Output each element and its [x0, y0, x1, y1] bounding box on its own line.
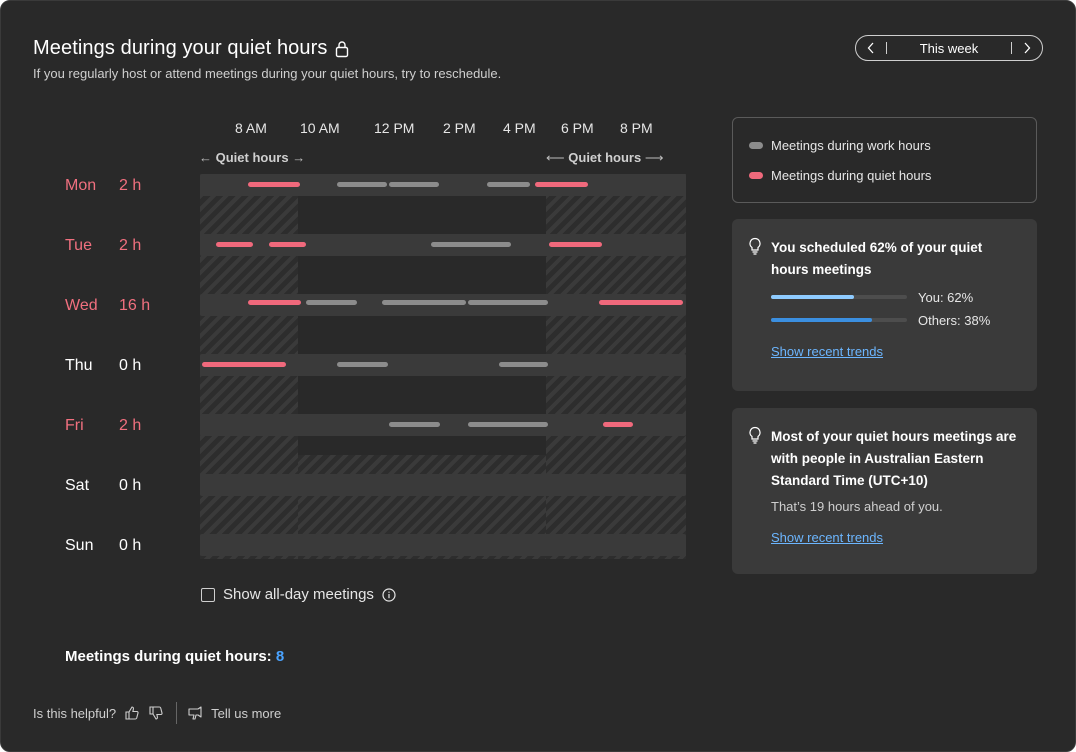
work-hours-meeting-bar[interactable] [487, 182, 530, 187]
work-hours-meeting-bar[interactable] [337, 362, 388, 367]
quiet-hours-right-label: ⟵ Quiet hours ⟶ [546, 150, 664, 165]
feedback-bar: Is this helpful? Tell us more [33, 702, 281, 724]
feedback-divider [176, 702, 178, 724]
work-hours-meeting-bar[interactable] [389, 422, 440, 427]
quiet-hours-meeting-bar[interactable] [535, 182, 588, 187]
day-row-track [200, 294, 686, 316]
work-hours-meeting-bar[interactable] [382, 300, 466, 305]
quiet-hours-meeting-bar[interactable] [202, 362, 286, 367]
day-hours: 16 h [119, 297, 151, 314]
lightbulb-icon [749, 237, 761, 255]
previous-week-button[interactable] [856, 36, 886, 60]
insight-heading: Most of your quiet hours meetings are wi… [771, 429, 1017, 488]
work-hours-meeting-bar[interactable] [337, 182, 387, 187]
feedback-icon[interactable] [187, 705, 203, 721]
quiet-hours-left-label: ← Quiet hours → [199, 150, 306, 165]
day-row-track [200, 414, 686, 436]
work-hours-meeting-bar[interactable] [468, 300, 548, 305]
page-title: Meetings during your quiet hours [33, 37, 349, 60]
show-recent-trends-link[interactable]: Show recent trends [771, 344, 883, 359]
quiet-meetings-count: Meetings during quiet hours: 8 [65, 648, 284, 665]
all-day-option: Show all-day meetings [201, 586, 396, 603]
hour-label: 12 PM [374, 120, 415, 136]
count-label: Meetings during quiet hours: [65, 648, 272, 665]
week-navigator: This week [855, 35, 1043, 61]
day-name: Sun [65, 537, 94, 554]
week-label: This week [919, 40, 979, 56]
work-hours-meeting-bar[interactable] [306, 300, 357, 305]
work-hours-meeting-bar[interactable] [499, 362, 548, 367]
quiet-hours-meeting-bar[interactable] [216, 242, 253, 247]
day-name: Sat [65, 477, 90, 494]
work-hours-meeting-bar[interactable] [468, 422, 548, 427]
day-name: Thu [65, 357, 93, 374]
legend-quiet-swatch [749, 172, 763, 179]
next-week-button[interactable] [1012, 36, 1042, 60]
tell-us-more-link[interactable]: Tell us more [211, 706, 281, 721]
work-hours-meeting-bar[interactable] [389, 182, 439, 187]
legend-quiet: Meetings during quiet hours [749, 168, 931, 183]
legend-work-swatch [749, 142, 763, 149]
hour-label: 8 PM [620, 120, 653, 136]
legend-work-label: Meetings during work hours [771, 138, 931, 153]
thumbs-down-icon[interactable] [148, 705, 164, 721]
page-subtitle: If you regularly host or attend meetings… [33, 66, 502, 81]
all-day-label: Show all-day meetings [223, 586, 374, 603]
all-day-checkbox[interactable] [201, 587, 215, 602]
day-row-track [200, 174, 686, 196]
hour-label: 8 AM [235, 120, 267, 136]
hour-label: 10 AM [300, 120, 340, 136]
insight-note: That’s 19 hours ahead of you. [771, 499, 943, 514]
legend: Meetings during work hours Meetings duri… [732, 117, 1037, 203]
day-hours: 0 h [119, 477, 142, 494]
day-row-track [200, 474, 686, 496]
hour-label: 4 PM [503, 120, 536, 136]
day-name: Mon [65, 177, 97, 194]
you-progress-fill [771, 295, 854, 299]
you-progress-track [771, 295, 907, 299]
day-hours: 0 h [119, 537, 142, 554]
day-row-track [200, 534, 686, 556]
day-row-track [200, 234, 686, 256]
insight-heading: You scheduled 62% of your quiet hours me… [771, 240, 983, 277]
others-progress-label: Others: 38% [918, 313, 991, 328]
thumbs-up-icon[interactable] [124, 705, 140, 721]
quiet-hours-meeting-bar[interactable] [248, 182, 300, 187]
you-progress-label: You: 62% [918, 290, 974, 305]
day-name: Wed [65, 297, 98, 314]
legend-work: Meetings during work hours [749, 138, 931, 153]
helpful-question: Is this helpful? [33, 705, 117, 721]
legend-quiet-label: Meetings during quiet hours [771, 168, 932, 183]
chevron-left-icon [867, 42, 874, 54]
hour-label: 2 PM [443, 120, 476, 136]
chevron-right-icon [1024, 42, 1031, 54]
quiet-hours-meeting-bar[interactable] [599, 300, 683, 305]
quiet-hours-meeting-bar[interactable] [248, 300, 301, 305]
day-name: Fri [65, 417, 84, 434]
quiet-hours-card: Meetings during your quiet hours If you … [0, 0, 1076, 752]
insight-card-scheduled: You scheduled 62% of your quiet hours me… [732, 219, 1037, 391]
lock-icon [336, 40, 349, 57]
day-row-track [200, 354, 686, 376]
quiet-hours-meeting-bar[interactable] [549, 242, 602, 247]
day-hours: 2 h [119, 417, 142, 434]
quiet-hours-meeting-bar[interactable] [603, 422, 633, 427]
count-value: 8 [275, 648, 285, 665]
day-hours: 2 h [119, 237, 142, 254]
lightbulb-icon [749, 426, 761, 444]
day-hours: 0 h [119, 357, 142, 374]
hour-label: 6 PM [561, 120, 594, 136]
others-progress-track [771, 318, 907, 322]
info-icon[interactable] [382, 587, 396, 602]
others-progress-fill [771, 318, 872, 322]
insight-card-timezone: Most of your quiet hours meetings are wi… [732, 408, 1037, 574]
day-hours: 2 h [119, 177, 142, 194]
work-hours-meeting-bar[interactable] [431, 242, 511, 247]
quiet-hours-meeting-bar[interactable] [269, 242, 306, 247]
show-recent-trends-link[interactable]: Show recent trends [771, 530, 883, 545]
title-text: Meetings during your quiet hours [33, 37, 328, 59]
day-name: Tue [65, 237, 92, 254]
